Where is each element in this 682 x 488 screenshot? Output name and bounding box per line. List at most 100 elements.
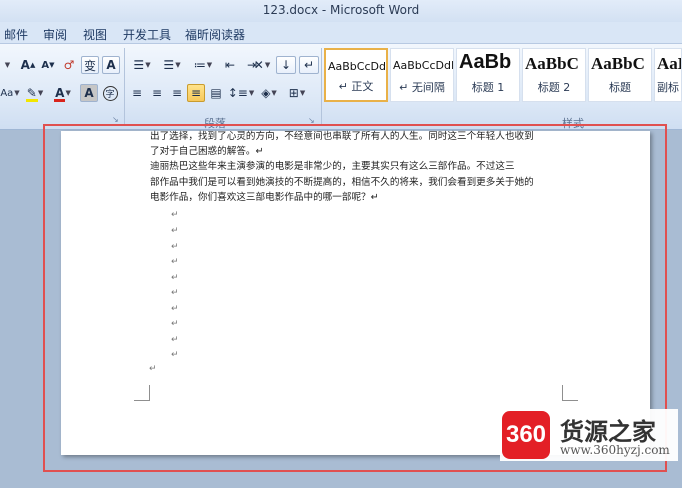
style-no-spacing[interactable]: AaBbCcDdI ↵ 无间隔: [390, 48, 454, 102]
shading-button[interactable]: ◈ ▼: [256, 84, 282, 102]
style-preview: AaBbC: [591, 54, 645, 73]
style-name: 副标: [657, 81, 679, 94]
crop-mark-left: [134, 385, 150, 401]
style-normal[interactable]: AaBbCcDdI ↵ 正文: [324, 48, 388, 102]
tab-review[interactable]: 审阅: [43, 26, 67, 43]
style-subtitle[interactable]: AaB 副标: [654, 48, 682, 102]
watermark-title: 货源之家: [560, 418, 656, 446]
style-heading-1[interactable]: AaBb 标题 1: [456, 48, 520, 102]
borders-icon: ⊞: [288, 86, 299, 100]
multilevel-list-icon: ≔: [193, 58, 206, 72]
text-highlight-button[interactable]: ✎ ▼: [23, 84, 47, 102]
phonetic-guide-button[interactable]: 变: [81, 56, 99, 74]
styles-group-label: 样式: [562, 117, 584, 130]
font-color-icon: A: [54, 86, 66, 102]
style-title[interactable]: AaBbC 标题: [588, 48, 652, 102]
justify-icon: ≡: [190, 86, 202, 100]
document-line: 了对于自己困惑的解答。↵: [150, 146, 264, 157]
crop-mark-right: [562, 385, 578, 401]
character-border-button[interactable]: A: [102, 56, 120, 74]
character-shading-button[interactable]: A: [80, 84, 98, 102]
grow-font-button[interactable]: A ▲: [19, 56, 37, 74]
paragraph-mark: ↵: [171, 210, 179, 220]
bullets-button[interactable]: ☰ ▼: [128, 56, 156, 74]
align-right-icon: ≡: [171, 86, 183, 100]
paragraph-mark: ↵: [171, 304, 179, 314]
paragraph-mark: ↵: [171, 226, 179, 236]
paragraph-dialog-launcher-icon[interactable]: ↘: [308, 116, 315, 125]
phonetic-guide-icon: 变: [83, 58, 96, 73]
asian-layout-button[interactable]: ✕ ▼: [250, 56, 274, 74]
window-title: 123.docx - Microsoft Word: [262, 3, 420, 17]
document-line: 迪丽热巴这些年来主演参演的电影是非常少的，主要其实只有这么三部作品。不过这三: [150, 161, 515, 172]
font-color-button[interactable]: A ▼: [51, 84, 75, 102]
group-separator: [124, 48, 125, 126]
paint-bucket-icon: ◈: [261, 86, 271, 100]
character-shading-icon: A: [84, 86, 94, 100]
sort-button[interactable]: ↓: [276, 56, 296, 74]
style-preview: AaBb: [459, 51, 512, 73]
align-center-icon: ≡: [151, 86, 163, 100]
multilevel-list-button[interactable]: ≔ ▼: [188, 56, 218, 74]
style-name: ↵ 无间隔: [399, 81, 445, 94]
paragraph-mark: ↵: [171, 335, 179, 345]
tab-mailings[interactable]: 邮件: [4, 26, 28, 43]
distributed-icon: ▤: [210, 86, 222, 100]
shrink-font-button[interactable]: A ▼: [39, 56, 57, 74]
style-name: ↵ 正文: [338, 80, 374, 93]
align-left-icon: ≡: [131, 86, 143, 100]
title-bar: 123.docx - Microsoft Word: [0, 0, 682, 22]
clear-format-icon: ♂: [63, 58, 75, 72]
document-line: 出了选择，找到了心灵的方向，不经意间也串联了所有人的人生。同时这三个年轻人也收到: [150, 131, 534, 142]
style-heading-2[interactable]: AaBbC 标题 2: [522, 48, 586, 102]
watermark-badge: 360: [502, 411, 550, 459]
character-border-icon: A: [106, 58, 116, 72]
paragraph-mark: ↵: [149, 364, 157, 374]
grow-font-icon: A: [20, 58, 30, 72]
show-hide-marks-button[interactable]: ↵: [299, 56, 319, 74]
shrink-font-icon: A: [41, 59, 50, 71]
align-center-button[interactable]: ≡: [148, 84, 166, 102]
line-spacing-button[interactable]: ↕≡ ▼: [227, 84, 255, 102]
decrease-indent-button[interactable]: ⇤: [220, 56, 240, 74]
tab-developer[interactable]: 开发工具: [123, 26, 171, 43]
paragraph-mark: ↵: [171, 273, 179, 283]
document-line: 电影作品，你们喜欢这三部电影作品中的哪一部呢？↵: [150, 192, 379, 203]
tab-foxit-reader[interactable]: 福昕阅读器: [185, 26, 245, 43]
asian-layout-icon: ✕: [253, 58, 264, 72]
numbering-button[interactable]: ☰ ▼: [158, 56, 186, 74]
paragraph-mark: ↵: [171, 319, 179, 329]
paragraph-mark: ↵: [171, 350, 179, 360]
font-dialog-launcher-icon[interactable]: ↘: [112, 115, 119, 124]
style-name: 标题: [609, 81, 631, 94]
paragraph-mark-icon: ↵: [303, 58, 315, 72]
distributed-button[interactable]: ▤: [207, 84, 225, 102]
tab-view[interactable]: 视图: [83, 26, 107, 43]
bullet-list-icon: ☰: [133, 58, 145, 72]
borders-button[interactable]: ⊞ ▼: [284, 84, 310, 102]
clear-format-button[interactable]: ♂: [60, 56, 78, 74]
change-case-button[interactable]: Aa ▼: [0, 84, 20, 102]
line-spacing-icon: ↕≡: [227, 86, 248, 100]
enclose-characters-button[interactable]: 字: [101, 84, 119, 102]
enclose-characters-icon: 字: [102, 85, 118, 101]
style-preview: AaBbCcDdI: [328, 60, 388, 73]
align-left-button[interactable]: ≡: [128, 84, 146, 102]
numbered-list-icon: ☰: [163, 58, 175, 72]
change-case-icon: Aa: [0, 87, 14, 99]
style-name: 标题 2: [537, 81, 571, 94]
decrease-indent-icon: ⇤: [224, 58, 236, 72]
paragraph-mark: ↵: [171, 242, 179, 252]
font-size-dropdown[interactable]: ▼: [0, 56, 14, 74]
styles-gallery: AaBbCcDdI ↵ 正文 AaBbCcDdI ↵ 无间隔 AaBb 标题 1…: [324, 48, 682, 104]
paragraph-mark: ↵: [171, 288, 179, 298]
style-preview: AaBbC: [525, 54, 579, 73]
style-preview: AaB: [657, 54, 681, 73]
highlighter-icon: ✎: [25, 86, 38, 102]
sort-icon: ↓: [280, 58, 292, 72]
group-separator: [321, 48, 322, 126]
align-right-button[interactable]: ≡: [168, 84, 186, 102]
style-name: 标题 1: [471, 81, 505, 94]
watermark-url: www.360hyzj.com: [560, 443, 670, 457]
justify-button[interactable]: ≡: [187, 84, 205, 102]
